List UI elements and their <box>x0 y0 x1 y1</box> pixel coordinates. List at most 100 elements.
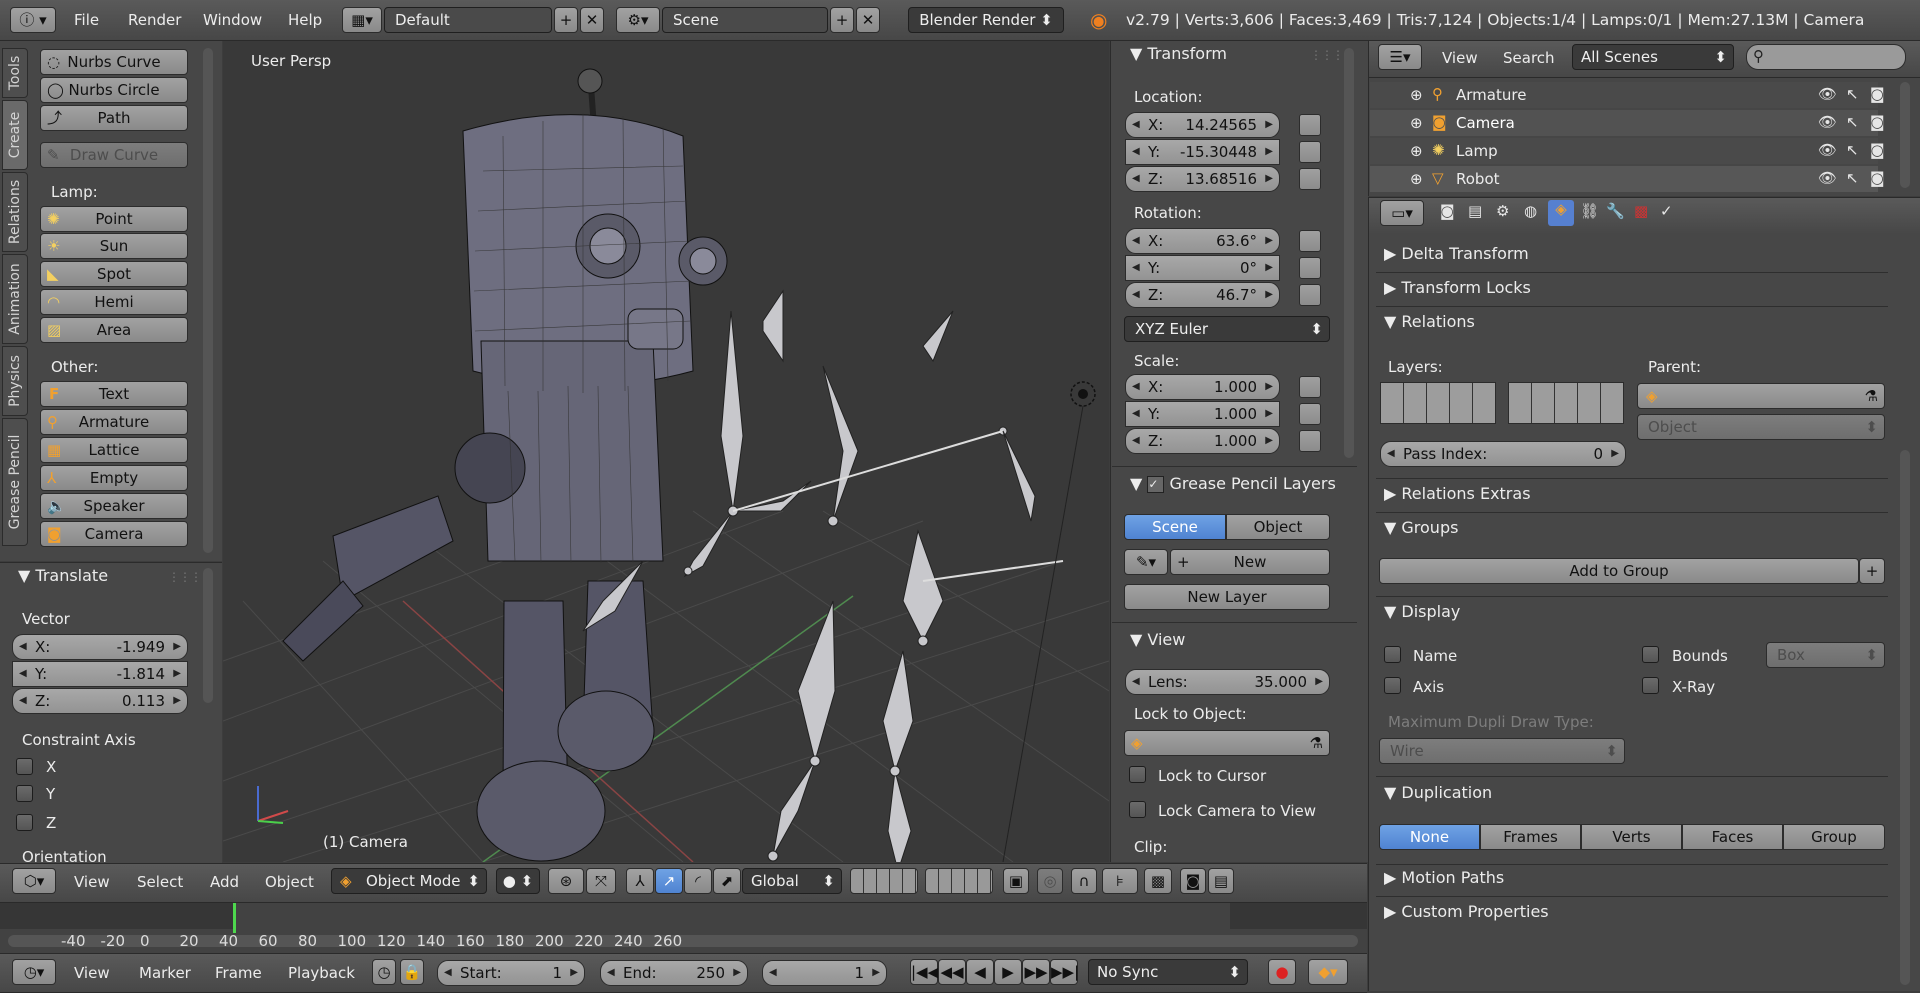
render-icon[interactable]: ◙ <box>1870 169 1885 187</box>
outliner-row-camera[interactable]: ⊕ ◙ Camera 👁 ↖ ◙ <box>1370 110 1885 136</box>
vector-x-field[interactable]: ◀ X: -1.949 ▶ <box>12 634 188 660</box>
snap-target-button[interactable]: ▩ <box>1144 868 1172 894</box>
interaction-mode-select[interactable]: ◈ Object Mode ⬍ <box>331 868 487 894</box>
dupli-draw-type-select[interactable]: Wire ⬍ <box>1379 738 1625 764</box>
editor-type-outliner-button[interactable]: ☰▾ <box>1378 44 1422 70</box>
editor-type-3d-button[interactable]: ⬡▾ <box>12 868 56 894</box>
cursor-icon[interactable]: ↖ <box>1846 169 1859 187</box>
current-frame-field[interactable]: ◀ 1 ▶ <box>762 960 887 986</box>
panel-drag-handle-icon[interactable]: ⋮⋮⋮ <box>1310 48 1344 62</box>
panel-groups[interactable]: ▼ Groups <box>1384 518 1458 537</box>
add-to-group-button[interactable]: Add to Group <box>1379 558 1859 584</box>
editor-type-timeline-button[interactable]: ◷▾ <box>12 959 56 985</box>
pivot-point-select[interactable]: ⊛ <box>548 868 584 894</box>
scene-layers-grid[interactable] <box>850 868 918 894</box>
play-button[interactable]: ▶ <box>994 959 1022 985</box>
eyedropper-icon[interactable]: ⚗ <box>1310 731 1323 755</box>
lamp-spot-button[interactable]: ◣ Spot <box>40 261 188 287</box>
menu-add[interactable]: Add <box>210 873 239 891</box>
start-frame-field[interactable]: ◀ Start: 1 ▶ <box>437 960 585 986</box>
nurbs-circle-button[interactable]: ◯ Nurbs Circle <box>40 77 188 103</box>
outliner-search-input[interactable]: ⚲ <box>1746 44 1906 70</box>
jump-prev-key-button[interactable]: ◀◀ <box>938 959 966 985</box>
render-engine-select[interactable]: Blender Render ⬍ <box>908 7 1064 33</box>
vector-z-field[interactable]: ◀ Z: 0.113 ▶ <box>12 688 188 714</box>
scale-manipulator-button[interactable]: ⬈ <box>713 868 741 894</box>
opengl-render-anim-button[interactable]: ▤ <box>1208 868 1234 894</box>
grease-pencil-panel-title[interactable]: ▼ ✓ Grease Pencil Layers <box>1130 474 1336 493</box>
remove-scene-button[interactable]: ✕ <box>856 7 880 33</box>
panel-display[interactable]: ▼ Display <box>1384 602 1460 621</box>
rotation-x-field[interactable]: ◀ X: 63.6° ▶ <box>1125 228 1280 254</box>
jump-start-button[interactable]: |◀◀ <box>910 959 939 985</box>
lamp-object[interactable] <box>1002 381 1096 862</box>
tab-animation[interactable]: Animation <box>2 254 28 344</box>
eye-icon[interactable]: 👁 <box>1818 141 1837 159</box>
lock-location-y-icon[interactable] <box>1299 141 1321 163</box>
jump-end-button[interactable]: ▶▶| <box>1050 959 1079 985</box>
tab-grease-pencil[interactable]: Grease Pencil <box>2 418 28 546</box>
panel-motion-paths[interactable]: ▶ Motion Paths <box>1384 868 1504 887</box>
modifiers-tab-icon[interactable]: 🔧 <box>1606 202 1625 220</box>
nurbs-curve-button[interactable]: ◌ Nurbs Curve <box>40 49 188 75</box>
panel-transform-locks[interactable]: ▶ Transform Locks <box>1384 278 1531 297</box>
menu-select[interactable]: Select <box>137 873 183 891</box>
constraints-tab-icon[interactable]: ⛓ <box>1580 202 1599 220</box>
scale-z-field[interactable]: ◀ Z: 1.000 ▶ <box>1125 428 1280 454</box>
menu-file[interactable]: File <box>74 11 99 29</box>
draw-curve-button[interactable]: ✎ Draw Curve <box>40 142 188 168</box>
sync-mode-select[interactable]: No Sync ⬍ <box>1088 959 1248 985</box>
panel-relations-extras[interactable]: ▶ Relations Extras <box>1384 484 1531 503</box>
add-empty-button[interactable]: ⅄ Empty <box>40 465 188 491</box>
rotation-mode-select[interactable]: XYZ Euler ⬍ <box>1124 316 1330 342</box>
expand-icon[interactable]: ⊕ <box>1410 142 1423 160</box>
gp-new-layer-button[interactable]: New Layer <box>1124 584 1330 610</box>
operator-panel-title[interactable]: ▼ Translate <box>18 566 108 585</box>
scene-icon-button[interactable]: ⚙▾ <box>616 7 660 33</box>
eye-icon[interactable]: 👁 <box>1818 85 1837 103</box>
outliner-scrollbar[interactable] <box>1900 82 1910 188</box>
gp-object-button[interactable]: Object <box>1226 514 1330 540</box>
add-layout-button[interactable]: + <box>554 7 578 33</box>
expand-icon[interactable]: ⊕ <box>1410 114 1423 132</box>
display-bounds-checkbox[interactable] <box>1642 646 1659 663</box>
constraint-x-checkbox[interactable] <box>16 758 33 775</box>
timeline-menu-frame[interactable]: Frame <box>215 964 262 982</box>
add-group-plus-button[interactable]: + <box>1859 558 1885 584</box>
scene-field[interactable]: Scene <box>662 7 828 33</box>
rotate-manipulator-button[interactable]: ◜ <box>684 868 712 894</box>
proportional-edit-button[interactable]: ◎ <box>1037 868 1063 894</box>
outliner-row-armature[interactable]: ⊕ ⚲ Armature 👁 ↖ ◙ <box>1370 82 1885 108</box>
lock-rotation-z-icon[interactable] <box>1299 284 1321 306</box>
editor-type-properties-button[interactable]: ▭▾ <box>1380 200 1424 226</box>
lamp-point-button[interactable]: ✺ Point <box>40 206 188 232</box>
lock-frame-button[interactable]: 🔒 <box>400 959 424 985</box>
gp-scene-button[interactable]: Scene <box>1124 514 1226 540</box>
keying-set-button[interactable]: ◆▾ <box>1308 959 1348 985</box>
lock-rotation-x-icon[interactable] <box>1299 230 1321 252</box>
timeline-menu-view[interactable]: View <box>74 964 110 982</box>
data-tab-icon[interactable]: ▩ <box>1634 202 1648 220</box>
play-reverse-button[interactable]: ◀ <box>966 959 994 985</box>
lock-camera-to-view-checkbox[interactable] <box>1129 801 1146 818</box>
outliner-row-robot[interactable]: ⊕ ▽ Robot 👁 ↖ ◙ <box>1370 166 1885 192</box>
remove-layout-button[interactable]: ✕ <box>580 7 604 33</box>
jump-next-key-button[interactable]: ▶▶ <box>1022 959 1050 985</box>
snap-element-select[interactable]: ⊧ <box>1102 868 1138 894</box>
render-icon[interactable]: ◙ <box>1870 113 1885 131</box>
location-x-field[interactable]: ◀ X: 14.24565 ▶ <box>1125 112 1280 138</box>
screen-layout-field[interactable]: Default <box>384 7 552 33</box>
panel-drag-handle-icon[interactable]: ⋮⋮⋮ <box>168 570 202 584</box>
operator-scrollbar[interactable] <box>203 568 213 703</box>
cursor-icon[interactable]: ↖ <box>1846 141 1859 159</box>
eye-icon[interactable]: 👁 <box>1818 169 1837 187</box>
constraint-z-checkbox[interactable] <box>16 814 33 831</box>
cursor-icon[interactable]: ↖ <box>1846 113 1859 131</box>
3d-viewport[interactable]: User Persp (1) Camera <box>223 41 1109 862</box>
panel-relations[interactable]: ▼ Relations <box>1384 312 1475 331</box>
lock-rotation-y-icon[interactable] <box>1299 257 1321 279</box>
object-tab-icon[interactable]: ◈ <box>1548 200 1574 226</box>
menu-object[interactable]: Object <box>265 873 314 891</box>
scene-layers-grid-2[interactable] <box>925 868 993 894</box>
add-armature-button[interactable]: ⚲ Armature <box>40 409 188 435</box>
